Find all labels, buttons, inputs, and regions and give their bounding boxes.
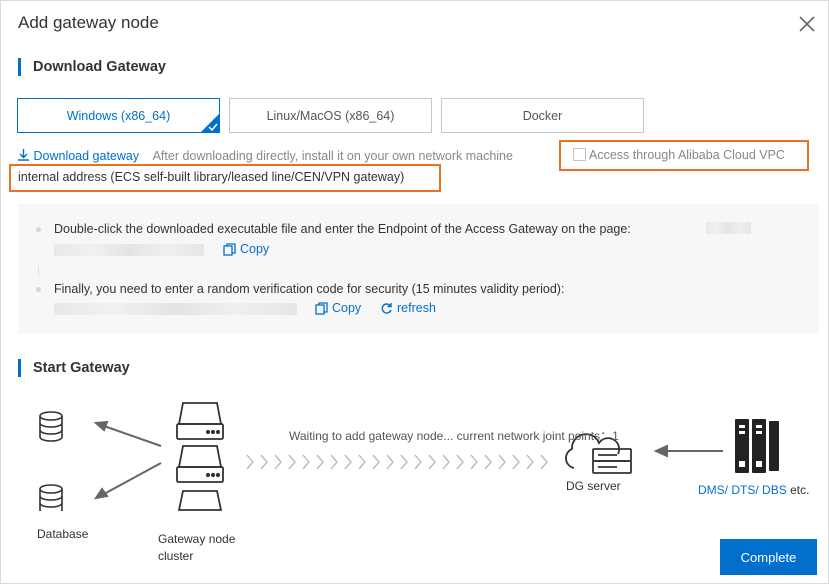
- gateway-server-icon: [176, 445, 224, 483]
- dbs-link[interactable]: DBS: [762, 483, 787, 497]
- vpc-checkbox-label: Access through Alibaba Cloud VPC: [589, 148, 785, 162]
- download-icon: [18, 149, 29, 161]
- refresh-button[interactable]: refresh: [380, 301, 436, 315]
- database-label: Database: [37, 527, 89, 541]
- tab-linux-label: Linux/MacOS (x86_64): [266, 108, 395, 123]
- vpc-label-line2: internal address (ECS self-built library…: [18, 170, 405, 184]
- tools-label: DMS/ DTS/ DBS etc.: [698, 483, 809, 497]
- joint-points-count: 1: [612, 429, 619, 443]
- copy-icon: [315, 301, 328, 315]
- database-icon: [39, 411, 63, 442]
- selected-check-icon: [200, 113, 220, 133]
- download-hint: After downloading directly, install it o…: [152, 149, 513, 163]
- gateway-server-icon: [177, 490, 223, 511]
- dialog-title: Add gateway node: [18, 13, 159, 32]
- tab-docker-label: Docker: [522, 108, 563, 123]
- dms-link[interactable]: DMS/: [698, 483, 728, 497]
- waiting-status: Waiting to add gateway node... current n…: [289, 427, 619, 444]
- bullet: [36, 287, 41, 292]
- arrow-to-server-icon: [653, 444, 723, 458]
- add-gateway-dialog: Add gateway node Download Gateway Window…: [0, 0, 829, 584]
- refresh-icon: [381, 302, 392, 314]
- close-icon[interactable]: [796, 13, 818, 35]
- start-section-title: Start Gateway: [18, 359, 130, 377]
- database-icon: [39, 484, 63, 511]
- copy-icon: [223, 242, 236, 256]
- vpc-checkbox-box[interactable]: [573, 148, 586, 161]
- cluster-label-line2: cluster: [158, 549, 194, 563]
- cluster-label-line1: Gateway node: [158, 532, 236, 546]
- tab-linux-macos[interactable]: Linux/MacOS (x86_64): [229, 98, 432, 133]
- server-label: DG server: [566, 479, 621, 493]
- endpoint-masked-value: [706, 222, 751, 234]
- divider: [38, 267, 39, 275]
- complete-button[interactable]: Complete: [720, 539, 817, 575]
- verification-code-masked: [54, 303, 297, 315]
- download-section-title: Download Gateway: [18, 58, 166, 76]
- waiting-text: Waiting to add gateway node... current n…: [289, 429, 613, 443]
- arrow-to-database-icon: [93, 420, 162, 500]
- step2-text: Finally, you need to enter a random veri…: [54, 282, 565, 296]
- tab-windows[interactable]: Windows (x86_64): [17, 98, 220, 133]
- step1-text: Double-click the downloaded executable f…: [54, 222, 631, 236]
- dts-link[interactable]: DTS/: [731, 483, 758, 497]
- vpc-checkbox[interactable]: Access through Alibaba Cloud VPC: [573, 148, 785, 162]
- chevron-chain-icon: [246, 454, 548, 470]
- endpoint-masked-value-2: [54, 244, 204, 256]
- bullet: [36, 227, 41, 232]
- gateway-server-icon: [176, 402, 224, 440]
- tab-windows-label: Windows (x86_64): [66, 108, 171, 123]
- download-row: Download gateway After downloading direc…: [17, 148, 513, 163]
- copy-code-button[interactable]: Copy: [315, 301, 361, 315]
- download-gateway-link[interactable]: Download gateway: [17, 149, 143, 163]
- etc-label: etc.: [790, 483, 810, 497]
- tool-servers-icon: [735, 419, 779, 473]
- copy-endpoint-button[interactable]: Copy: [223, 242, 269, 256]
- tab-docker[interactable]: Docker: [441, 98, 644, 133]
